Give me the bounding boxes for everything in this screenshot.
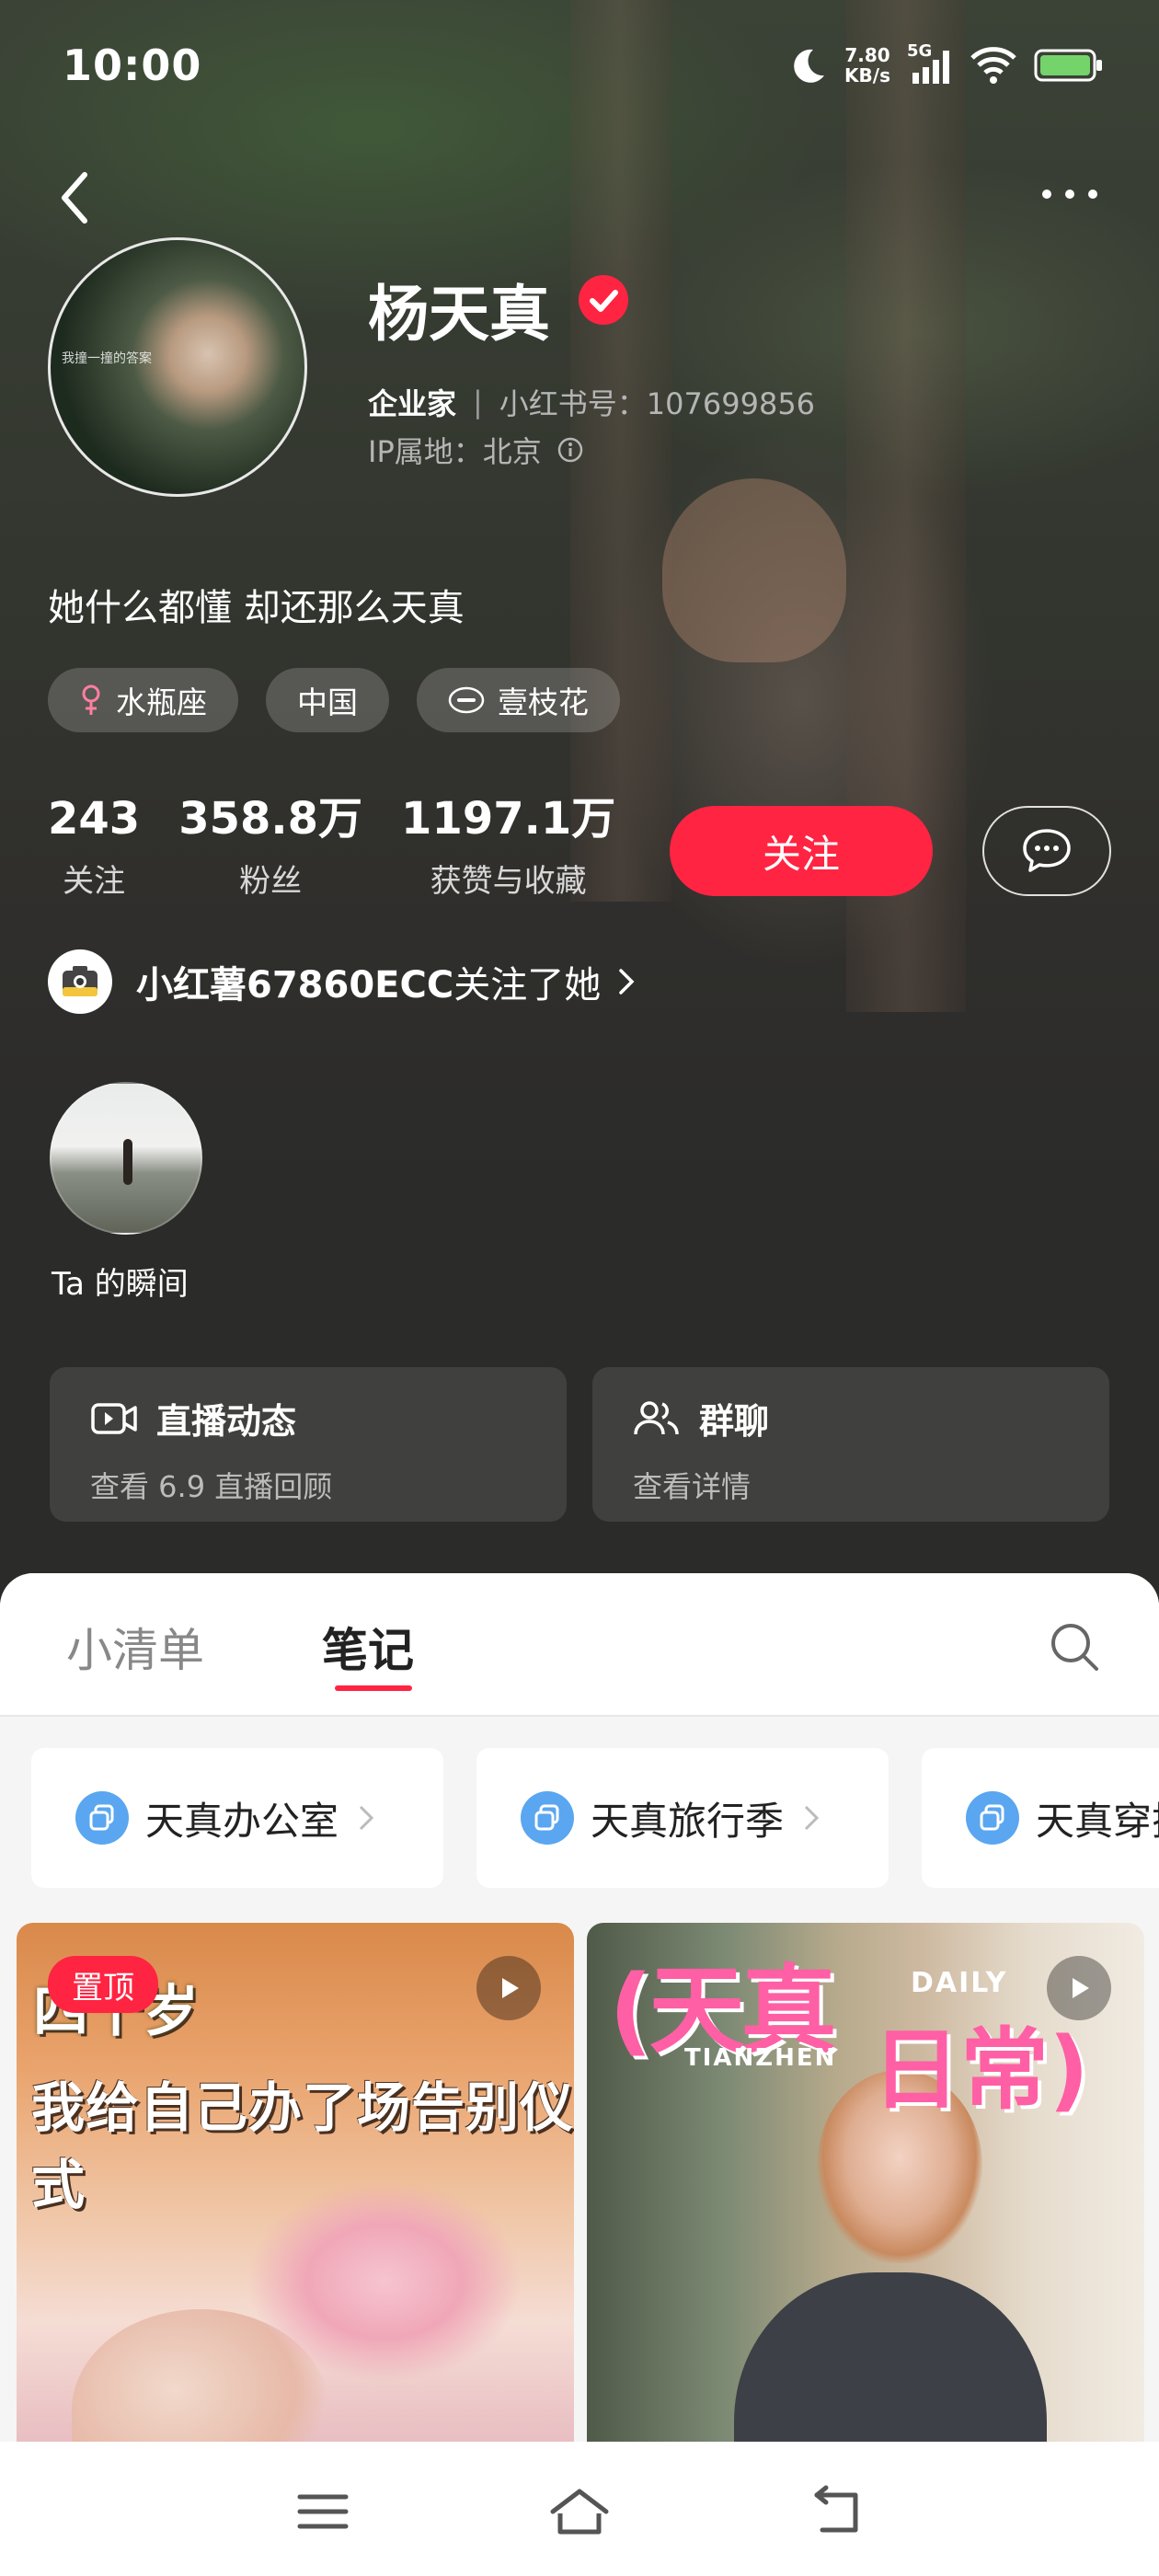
- collection-label: 天真办公室: [145, 1798, 339, 1844]
- verified-badge-icon: [579, 275, 628, 325]
- avatar[interactable]: 我撞一撞的答案: [48, 237, 307, 497]
- tag-country[interactable]: 中国: [266, 668, 389, 732]
- back-arrow-icon[interactable]: [53, 166, 94, 230]
- search-icon[interactable]: [1047, 1619, 1102, 1674]
- post-title-line: 日常): [872, 2018, 1089, 2122]
- stat-following[interactable]: 243 关注: [48, 793, 140, 901]
- chat-bubble-icon: [1023, 829, 1071, 872]
- camera-icon: [63, 966, 98, 996]
- collection-label: 天真穿搭: [1036, 1798, 1159, 1844]
- card-subtitle: 查看 6.9 直播回顾: [90, 1469, 333, 1504]
- stat-followers[interactable]: 358.8万 粉丝: [178, 793, 362, 901]
- post-title-sub: TIANZHEN: [684, 2044, 837, 2072]
- collection-label: 天真旅行季: [591, 1798, 785, 1844]
- collection-item[interactable]: 天真办公室: [31, 1748, 443, 1888]
- followed-by-friend[interactable]: 小红薯67860ECC 关注了她: [48, 949, 641, 1014]
- collection-icon: [75, 1791, 129, 1845]
- chevron-right-icon: [359, 1805, 374, 1831]
- signal-icon: 5G: [907, 41, 953, 86]
- wifi-icon: [970, 47, 1016, 84]
- status-time: 10:00: [63, 40, 202, 90]
- tab-checklist[interactable]: 小清单: [66, 1614, 204, 1680]
- ip-location: IP属地：北京: [368, 429, 584, 471]
- background-figure: [662, 478, 846, 662]
- profile-bio: 她什么都懂 却还那么天真: [48, 587, 465, 629]
- post-title-sub: DAILY: [911, 1967, 1008, 1999]
- meta-divider: |: [473, 385, 483, 420]
- collection-icon: [966, 1791, 1019, 1845]
- female-icon: [82, 684, 100, 715]
- stat-likes-collects[interactable]: 1197.1万 获赞与收藏: [401, 793, 615, 901]
- content-tabs: 小清单 笔记: [0, 1573, 1159, 1717]
- message-button[interactable]: [982, 806, 1111, 896]
- card-subtitle: 查看详情: [633, 1469, 752, 1504]
- net-speed-unit: KB/s: [844, 64, 890, 86]
- active-tab-indicator: [335, 1685, 412, 1691]
- stat-value: 1197.1万: [401, 793, 616, 845]
- tag-mcn[interactable]: 壹枝花: [417, 668, 620, 732]
- info-icon[interactable]: [557, 436, 584, 464]
- collection-item[interactable]: 天真旅行季: [476, 1748, 889, 1888]
- tag-label: 水瓶座: [116, 684, 207, 720]
- moment-figure: [123, 1139, 132, 1185]
- avatar-caption: 我撞一撞的答案: [62, 351, 152, 366]
- profile-name: 杨天真: [368, 279, 550, 350]
- profile-meta: 企业家 | 小红书号：107699856: [368, 381, 815, 423]
- video-play-icon: [476, 1956, 541, 2020]
- moment-thumbnail[interactable]: [50, 1082, 202, 1235]
- signal-label: 5G: [907, 41, 933, 61]
- system-navigation-bar: [0, 2442, 1159, 2576]
- profile-tags: 水瓶座 中国 壹枝花: [48, 668, 620, 732]
- content-panel: 小清单 笔记 天真办公室 天真旅行季 天真穿搭: [0, 1573, 1159, 2576]
- profile-page: 10:00 7.80 KB/s 5G 我撞一撞的答案 杨天真 企业家 | 小红书号…: [0, 0, 1159, 2576]
- chevron-right-icon: [619, 969, 635, 995]
- collection-list: 天真办公室 天真旅行季 天真穿搭: [31, 1748, 1159, 1888]
- follow-button[interactable]: 关注: [670, 806, 933, 896]
- card-title: 群聊: [699, 1401, 770, 1442]
- stat-value: 358.8万: [178, 793, 363, 845]
- profile-id: 小红书号：107699856: [499, 386, 816, 421]
- friend-name: 小红薯67860ECC: [136, 964, 454, 1006]
- stat-value: 243: [48, 793, 141, 845]
- ip-location-label: IP属地：北京: [368, 434, 542, 469]
- moon-icon: [794, 49, 825, 83]
- stat-label: 粉丝: [239, 863, 303, 900]
- live-video-icon: [91, 1402, 137, 1434]
- home-icon[interactable]: [547, 2484, 612, 2539]
- tab-notes[interactable]: 笔记: [322, 1614, 414, 1680]
- post-title-line: 我给自己办了场告别仪式: [31, 2076, 574, 2216]
- stat-label: 关注: [63, 863, 126, 900]
- video-play-icon: [1047, 1956, 1111, 2020]
- live-activity-card[interactable]: 直播动态 查看 6.9 直播回顾: [50, 1367, 567, 1522]
- tag-label: 壹枝花: [498, 684, 589, 720]
- collection-item[interactable]: 天真穿搭: [922, 1748, 1159, 1888]
- collection-icon: [521, 1791, 574, 1845]
- profile-stats: 243 关注 358.8万 粉丝 1197.1万 获赞与收藏: [48, 793, 615, 901]
- group-chat-card[interactable]: 群聊 查看详情: [592, 1367, 1109, 1522]
- moment-label: Ta 的瞬间: [52, 1266, 189, 1303]
- back-icon[interactable]: [804, 2484, 868, 2539]
- group-icon: [634, 1400, 679, 1434]
- tag-label: 中国: [297, 684, 358, 720]
- tag-zodiac[interactable]: 水瓶座: [48, 668, 238, 732]
- mcn-icon: [448, 686, 485, 714]
- chevron-right-icon: [804, 1805, 820, 1831]
- pinned-badge: 置顶: [48, 1956, 158, 2013]
- battery-icon: [1034, 49, 1102, 82]
- status-icons: 7.80 KB/s 5G: [786, 41, 1104, 86]
- status-bar: 10:00 7.80 KB/s 5G: [0, 0, 1159, 138]
- friend-avatar: [48, 949, 112, 1014]
- net-speed-value: 7.80: [844, 44, 890, 66]
- friend-follow-text: 关注了她: [453, 964, 602, 1006]
- menu-icon[interactable]: [291, 2484, 355, 2539]
- more-options-icon[interactable]: [1038, 180, 1102, 208]
- net-speed: 7.80 KB/s: [844, 45, 890, 86]
- card-title: 直播动态: [156, 1401, 297, 1442]
- profile-title: 企业家: [368, 386, 457, 421]
- stat-label: 获赞与收藏: [430, 863, 587, 900]
